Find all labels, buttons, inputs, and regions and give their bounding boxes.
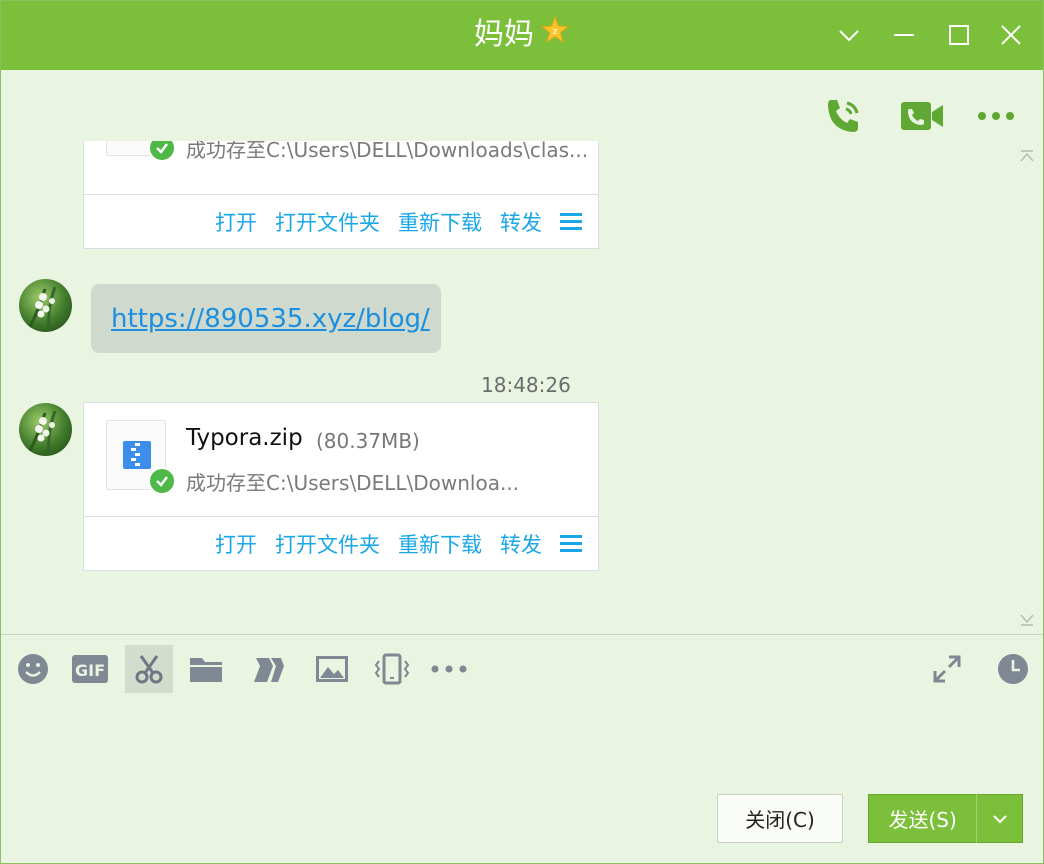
svg-text:z: z	[553, 27, 558, 37]
close-button[interactable]: 关闭(C)	[717, 794, 843, 843]
folder-icon[interactable]	[182, 645, 230, 693]
forward-link[interactable]: 转发	[500, 529, 542, 559]
forward-link[interactable]: 转发	[500, 207, 542, 237]
more-tools-icon[interactable]	[425, 645, 473, 693]
more-icon[interactable]	[971, 91, 1021, 141]
send-button-group: 发送(S)	[868, 794, 1023, 843]
link-message-bubble: https://890535.xyz/blog/	[91, 284, 441, 353]
chat-window: 妈妈 z 成功存至C:\Users\DELL\Downloads\clas...…	[0, 0, 1044, 864]
file-message-card: 成功存至C:\Users\DELL\Downloads\clas... 打开 打…	[83, 141, 599, 249]
file-save-status: 成功存至C:\Users\DELL\Downloa...	[186, 471, 520, 495]
scroll-to-top-icon[interactable]	[1019, 149, 1035, 165]
shake-icon[interactable]	[244, 645, 292, 693]
message-input[interactable]	[1, 693, 1043, 783]
expand-icon[interactable]	[923, 645, 971, 693]
redownload-link[interactable]: 重新下载	[398, 207, 482, 237]
message-link[interactable]: https://890535.xyz/blog/	[111, 304, 430, 334]
phone-call-icon[interactable]	[819, 91, 869, 141]
file-name: Typora.zip	[186, 425, 303, 451]
download-success-icon	[148, 141, 176, 162]
star-badge-icon: z	[540, 15, 570, 56]
image-icon[interactable]	[308, 645, 356, 693]
emoji-icon[interactable]	[9, 645, 57, 693]
gif-icon[interactable]: GIF	[66, 645, 114, 693]
chat-header-actions	[1, 91, 1043, 141]
download-success-icon	[148, 467, 176, 495]
file-save-status: 成功存至C:\Users\DELL\Downloads\clas...	[186, 141, 589, 162]
send-options-dropdown[interactable]	[977, 813, 1022, 825]
svg-text:GIF: GIF	[75, 661, 105, 680]
file-actions: 打开 打开文件夹 重新下载 转发	[84, 516, 598, 570]
file-size: (80.37MB)	[316, 429, 420, 453]
chevron-down-icon[interactable]	[829, 15, 869, 55]
file-actions: 打开 打开文件夹 重新下载 转发	[84, 194, 598, 248]
input-divider[interactable]	[1, 634, 1043, 635]
maximize-icon[interactable]	[939, 15, 979, 55]
scissors-icon[interactable]	[125, 645, 173, 693]
menu-icon[interactable]	[560, 212, 582, 231]
minimize-icon[interactable]	[884, 15, 924, 55]
video-call-icon[interactable]	[897, 91, 947, 141]
open-file-link[interactable]: 打开	[215, 529, 257, 559]
title-bar[interactable]: 妈妈 z	[1, 1, 1043, 70]
contact-name: 妈妈	[474, 17, 534, 52]
message-list[interactable]: 成功存至C:\Users\DELL\Downloads\clas... 打开 打…	[1, 141, 1043, 633]
avatar[interactable]	[19, 279, 72, 332]
open-file-link[interactable]: 打开	[215, 207, 257, 237]
scroll-to-bottom-icon[interactable]	[1019, 611, 1035, 627]
vibrate-icon[interactable]	[368, 645, 416, 693]
send-button[interactable]: 发送(S)	[869, 804, 976, 833]
history-icon[interactable]	[989, 645, 1037, 693]
avatar[interactable]	[19, 403, 72, 456]
open-folder-link[interactable]: 打开文件夹	[275, 207, 380, 237]
open-folder-link[interactable]: 打开文件夹	[275, 529, 380, 559]
menu-icon[interactable]	[560, 534, 582, 553]
message-timestamp: 18:48:26	[481, 373, 571, 397]
input-toolbar: GIF	[1, 645, 1043, 693]
redownload-link[interactable]: 重新下载	[398, 529, 482, 559]
file-message-card: Typora.zip (80.37MB) 成功存至C:\Users\DELL\D…	[83, 402, 599, 571]
close-icon[interactable]	[991, 15, 1031, 55]
